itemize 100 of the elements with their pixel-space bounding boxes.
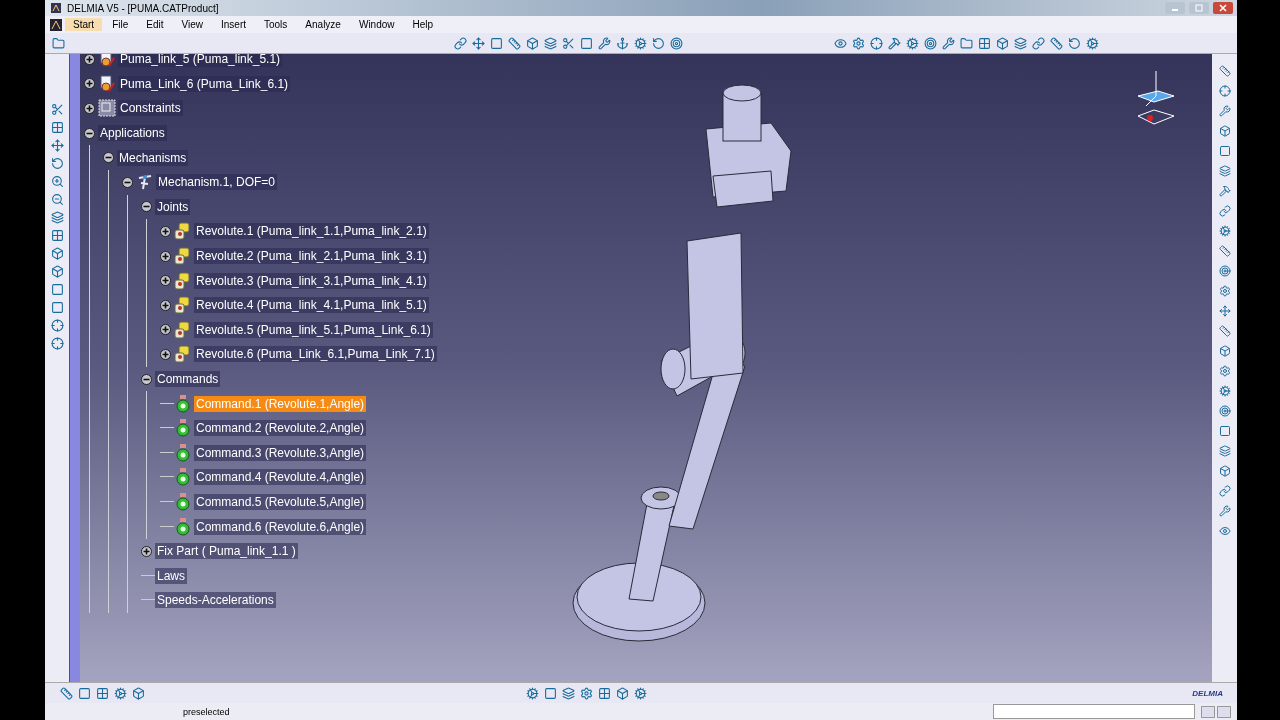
- toolbar-icon[interactable]: [50, 120, 64, 134]
- toolbar-icon[interactable]: [525, 686, 539, 700]
- toolbar-icon[interactable]: [1085, 36, 1099, 50]
- tree-item[interactable]: Command.6 (Revolute.6,Angle): [194, 518, 367, 535]
- menu-item[interactable]: Tools: [256, 18, 296, 31]
- toolbar-icon[interactable]: [543, 686, 557, 700]
- toolbar-icon[interactable]: [633, 36, 647, 50]
- toolbar-icon[interactable]: [1217, 184, 1232, 198]
- collapse-icon[interactable]: [141, 201, 152, 213]
- toolbar-icon[interactable]: [615, 36, 629, 50]
- tree-item[interactable]: Command.3 (Revolute.3,Angle): [194, 444, 367, 461]
- toolbar-icon[interactable]: [561, 686, 575, 700]
- toolbar-icon[interactable]: [1217, 64, 1232, 78]
- tree-item[interactable]: Command.4 (Revolute.4,Angle): [194, 469, 367, 486]
- toolbar-icon[interactable]: [1217, 164, 1232, 178]
- toolbar-icon[interactable]: [1217, 84, 1232, 98]
- toolbar-icon[interactable]: [50, 282, 64, 296]
- toolbar-icon[interactable]: [489, 36, 503, 50]
- tree-item[interactable]: Mechanisms: [117, 149, 189, 166]
- toolbar-icon[interactable]: [1217, 284, 1232, 298]
- close-icon[interactable]: [1213, 2, 1233, 14]
- expand-icon[interactable]: [141, 545, 152, 557]
- toolbar-icon[interactable]: [597, 686, 611, 700]
- toolbar-icon[interactable]: [1217, 144, 1232, 158]
- toolbar-icon[interactable]: [453, 36, 467, 50]
- menu-item[interactable]: Start: [65, 18, 103, 31]
- toolbar-icon[interactable]: [869, 36, 883, 50]
- toolbar-icon[interactable]: [1217, 504, 1232, 518]
- toolbar-icon[interactable]: [77, 686, 91, 700]
- tree-item[interactable]: Revolute.3 (Puma_link_3.1,Puma_link_4.1): [194, 272, 429, 289]
- tree-item[interactable]: Mechanism.1, DOF=0: [156, 174, 278, 191]
- toolbar-icon[interactable]: [923, 36, 937, 50]
- toolbar-icon[interactable]: [1217, 364, 1232, 378]
- toolbar-icon[interactable]: [561, 36, 575, 50]
- expand-icon[interactable]: [160, 225, 171, 237]
- menu-item[interactable]: Insert: [213, 18, 254, 31]
- toolbar-icon[interactable]: [525, 36, 539, 50]
- menu-item[interactable]: File: [104, 18, 137, 31]
- toolbar-icon[interactable]: [1013, 36, 1027, 50]
- toolbar-icon[interactable]: [1217, 444, 1232, 458]
- tree-item[interactable]: Joints: [155, 198, 191, 215]
- toolbar-icon[interactable]: [50, 246, 64, 260]
- toolbar-icon[interactable]: [1217, 484, 1232, 498]
- toolbar-icon[interactable]: [50, 228, 64, 242]
- toolbar-icon[interactable]: [887, 36, 901, 50]
- menu-item[interactable]: Analyze: [297, 18, 349, 31]
- toolbar-icon[interactable]: [50, 336, 64, 350]
- toolbar-icon[interactable]: [471, 36, 485, 50]
- toolbar-icon[interactable]: [50, 264, 64, 278]
- tree-item[interactable]: Command.5 (Revolute.5,Angle): [194, 494, 367, 510]
- tree-item[interactable]: Revolute.2 (Puma_link_2.1,Puma_link_3.1): [194, 248, 429, 265]
- toolbar-icon[interactable]: [1031, 36, 1045, 50]
- menu-item[interactable]: View: [173, 18, 211, 31]
- toolbar-icon[interactable]: [941, 36, 955, 50]
- menu-item[interactable]: Edit: [138, 18, 172, 31]
- toolbar-icon[interactable]: [633, 686, 647, 700]
- toolbar-icon[interactable]: [1217, 244, 1232, 258]
- toolbar-icon[interactable]: [131, 686, 145, 700]
- collapse-icon[interactable]: [84, 127, 95, 139]
- tree-item[interactable]: Speeds-Accelerations: [155, 592, 276, 609]
- scrollbar[interactable]: [69, 54, 80, 682]
- compass-icon[interactable]: [1137, 70, 1175, 125]
- expand-icon[interactable]: [160, 299, 171, 311]
- toolbar-icon[interactable]: [1217, 344, 1232, 358]
- toolbar-icon[interactable]: [50, 210, 64, 224]
- toolbar-icon[interactable]: [1067, 36, 1081, 50]
- toolbar-icon[interactable]: [615, 686, 629, 700]
- toolbar-icon[interactable]: [50, 192, 64, 206]
- toolbar-icon[interactable]: [95, 686, 109, 700]
- expand-icon[interactable]: [160, 275, 171, 287]
- tree-item[interactable]: Command.2 (Revolute.2,Angle): [194, 420, 367, 437]
- toolbar-icon[interactable]: [833, 36, 847, 50]
- toolbar-icon[interactable]: [579, 686, 593, 700]
- toolbar-icon[interactable]: [1217, 324, 1232, 338]
- collapse-icon[interactable]: [141, 373, 152, 385]
- tree-item[interactable]: Commands: [155, 371, 221, 387]
- toolbar-icon[interactable]: [50, 318, 64, 332]
- toolbar-icon[interactable]: [1217, 464, 1232, 478]
- expand-icon[interactable]: [84, 54, 95, 65]
- menu-item[interactable]: Window: [350, 18, 403, 31]
- toolbar-icon[interactable]: [1049, 36, 1063, 50]
- app-icon[interactable]: [49, 17, 63, 32]
- toolbar-icon[interactable]: [1217, 384, 1232, 398]
- toolbar-icon[interactable]: [905, 36, 919, 50]
- expand-icon[interactable]: [160, 250, 171, 262]
- command-input-field[interactable]: [993, 704, 1195, 719]
- toolbar-icon[interactable]: [1217, 224, 1232, 238]
- toolbar-icon[interactable]: [507, 36, 521, 50]
- expand-icon[interactable]: [84, 78, 95, 90]
- tree-item[interactable]: Revolute.4 (Puma_link_4.1,Puma_link_5.1): [194, 297, 429, 314]
- toolbar-icon[interactable]: [579, 36, 593, 50]
- toolbar-icon[interactable]: [1217, 524, 1232, 538]
- toolbar-icon[interactable]: [50, 300, 64, 314]
- toolbar-icon[interactable]: [959, 36, 973, 50]
- collapse-icon[interactable]: [103, 152, 114, 164]
- tree-item[interactable]: Revolute.6 (Puma_Link_6.1,Puma_Link_7.1): [194, 346, 437, 363]
- toolbar-icon[interactable]: [1217, 264, 1232, 278]
- collapse-icon[interactable]: [122, 176, 133, 188]
- tree-item[interactable]: Fix Part ( Puma_link_1.1 ): [155, 543, 298, 560]
- toolbar-icon[interactable]: [995, 36, 1009, 50]
